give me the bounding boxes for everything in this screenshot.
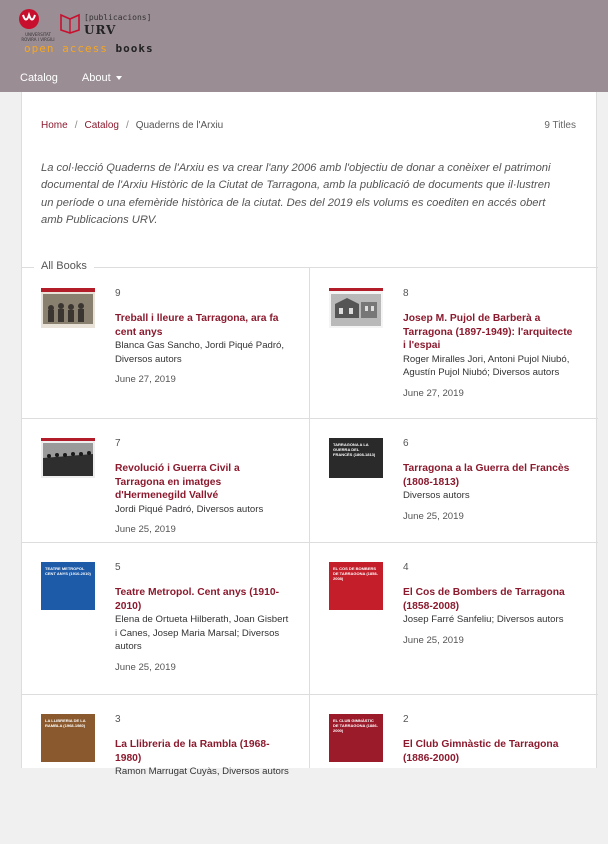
book-logo-icon	[60, 13, 80, 34]
photo-cover-icon[interactable]	[41, 288, 95, 328]
book-date: June 25, 2019	[403, 510, 464, 522]
building-cover-icon[interactable]	[329, 288, 383, 328]
book-number: 2	[403, 714, 409, 725]
book-number: 9	[115, 288, 121, 299]
nav-about[interactable]: About	[82, 72, 122, 84]
book-title[interactable]: Josep M. Pujol de Barberà a Tarragona (1…	[403, 312, 578, 400]
red-cover-icon[interactable]: EL COS DE BOMBERS DE TARRAGONA (1858-200…	[329, 562, 383, 610]
book-title-text: Josep M. Pujol de Barberà a Tarragona (1…	[403, 313, 573, 351]
dark-cover-icon[interactable]: TARRAGONA A LA GUERRA DEL FRANCÈS (1808-…	[329, 438, 383, 478]
breadcrumb-home[interactable]: Home	[41, 120, 68, 131]
book-title-text: Teatre Metropol. Cent anys (1910-2010)	[115, 587, 280, 612]
breadcrumb-separator: /	[74, 120, 78, 131]
series-description: La col·lecció Quaderns de l'Arxiu es va …	[41, 162, 551, 226]
cover-text: EL COS DE BOMBERS DE TARRAGONA (1858-200…	[333, 566, 378, 581]
book-number: 3	[115, 714, 121, 725]
book-title[interactable]: Tarragona a la Guerra del Francès (1808-…	[403, 462, 578, 523]
book-title-text: Revolució i Guerra Civil a Tarragona en …	[115, 463, 240, 501]
book-title[interactable]: La Llibreria de la Rambla (1968- 1980) R…	[115, 738, 290, 779]
book-authors: Roger Miralles Jori, Antoni Pujol Niubó,…	[403, 353, 570, 379]
book-title-text: Tarragona a la Guerra del Francès (1808-…	[403, 463, 570, 488]
book-date: June 25, 2019	[115, 661, 176, 673]
site-title[interactable]: open access books	[24, 42, 154, 55]
book-title[interactable]: El Cos de Bombers de Tarragona (1858-200…	[403, 586, 578, 647]
urv-word: URV	[84, 23, 117, 37]
book-title[interactable]: Revolució i Guerra Civil a Tarragona en …	[115, 462, 290, 537]
breadcrumb-catalog[interactable]: Catalog	[84, 120, 118, 131]
university-name: UNIVERSITAT ROVIRA I VIRGILI	[21, 32, 55, 42]
book-authors: Blanca Gas Sancho, Jordi Piqué Padró, Di…	[115, 340, 285, 365]
book-title-text: El Club Gimnàstic de Tarragona (1886-200…	[403, 739, 559, 764]
maroon-cover-icon[interactable]: EL CLUB GIMNÀSTIC DE TARRAGONA (1886-200…	[329, 714, 383, 762]
cover-text: TARRAGONA A LA GUERRA DEL FRANCÈS (1808-…	[333, 442, 376, 457]
book-number: 7	[115, 438, 121, 449]
site-title-open-access: open access	[24, 42, 108, 55]
book-number: 5	[115, 562, 121, 573]
nav-about-label: About	[81, 72, 111, 84]
book-title-text: El Cos de Bombers de Tarragona (1858-200…	[403, 587, 565, 612]
book-date: June 27, 2019	[115, 374, 176, 385]
main-content: Home / Catalog / Quaderns de l'Arxiu 9 Title…	[21, 92, 598, 777]
book-date: June 25, 2019	[115, 524, 176, 535]
brown-cover-icon[interactable]: LA LLIBRERIA DE LA RAMBLA (1968-1980)	[41, 714, 95, 762]
book-date: June 25, 2019	[403, 634, 464, 646]
publicacions-logo: [publicacions] URV	[58, 11, 152, 37]
book-authors: Jordi Piqué Padró, Diversos autors	[115, 503, 264, 515]
book-item: EL COS DE BOMBERS DE TARRAGONA (1858-200…	[310, 542, 597, 692]
site-header: UNIVERSITAT ROVIRA I VIRGILI [publicacio…	[0, 0, 608, 92]
book-title-text: La Llibreria de la Rambla (1968- 1980)	[115, 739, 270, 764]
book-item: EL CLUB GIMNÀSTIC DE TARRAGONA (1886-200…	[310, 694, 597, 844]
cover-text: TEATRE METROPOL CENT ANYS (1910-2010)	[45, 566, 91, 576]
nav-catalog[interactable]: Catalog	[20, 72, 58, 84]
blue-cover-icon[interactable]: TEATRE METROPOL CENT ANYS (1910-2010)	[41, 562, 95, 610]
site-title-books: books	[115, 42, 154, 55]
book-number: 6	[403, 438, 409, 449]
title-count: 9 Titles	[544, 120, 576, 131]
book-authors: Diversos autors	[403, 490, 470, 501]
book-item: LA LLIBRERIA DE LA RAMBLA (1968-1980) 3 …	[22, 694, 309, 844]
book-date: June 27, 2019	[403, 387, 464, 399]
publicacions-word: [publicacions]	[84, 13, 152, 22]
book-authors: Josep Farré Sanfeliu; Diversos autors	[403, 614, 564, 625]
book-title[interactable]: Teatre Metropol. Cent anys (1910-2010) E…	[115, 586, 290, 674]
book-title-text: Treball i lleure a Tarragona, ara fa cen…	[115, 313, 279, 338]
book-title[interactable]: Treball i lleure a Tarragona, ara fa cen…	[115, 312, 290, 387]
book-title[interactable]: El Club Gimnàstic de Tarragona (1886-200…	[403, 738, 578, 765]
caret-down-icon	[115, 76, 122, 81]
book-item: 9 Treball i lleure a Tarragona, ara fa c…	[22, 268, 309, 418]
book-authors: Elena de Ortueta Hilberath, Joan Gisbert…	[115, 614, 289, 652]
breadcrumb-separator: /	[125, 120, 129, 131]
cover-text: EL CLUB GIMNÀSTIC DE TARRAGONA (1886-200…	[333, 718, 378, 733]
breadcrumb-current: Quaderns de l'Arxiu	[135, 120, 224, 131]
cover-text: LA LLIBRERIA DE LA RAMBLA (1968-1980)	[45, 718, 86, 728]
urv-logo-icon	[19, 9, 39, 29]
book-number: 4	[403, 562, 409, 573]
book-authors: Ramon Marrugat Cuyàs, Diversos autors	[115, 766, 289, 777]
book-number: 8	[403, 288, 409, 299]
book-item: TEATRE METROPOL CENT ANYS (1910-2010) 5 …	[22, 542, 309, 692]
main-nav: Catalog About	[20, 72, 122, 84]
crowd-cover-icon[interactable]	[41, 438, 95, 478]
breadcrumb: Home / Catalog / Quaderns de l'Arxiu	[41, 120, 223, 131]
book-item: 8 Josep M. Pujol de Barberà a Tarragona …	[310, 268, 597, 418]
